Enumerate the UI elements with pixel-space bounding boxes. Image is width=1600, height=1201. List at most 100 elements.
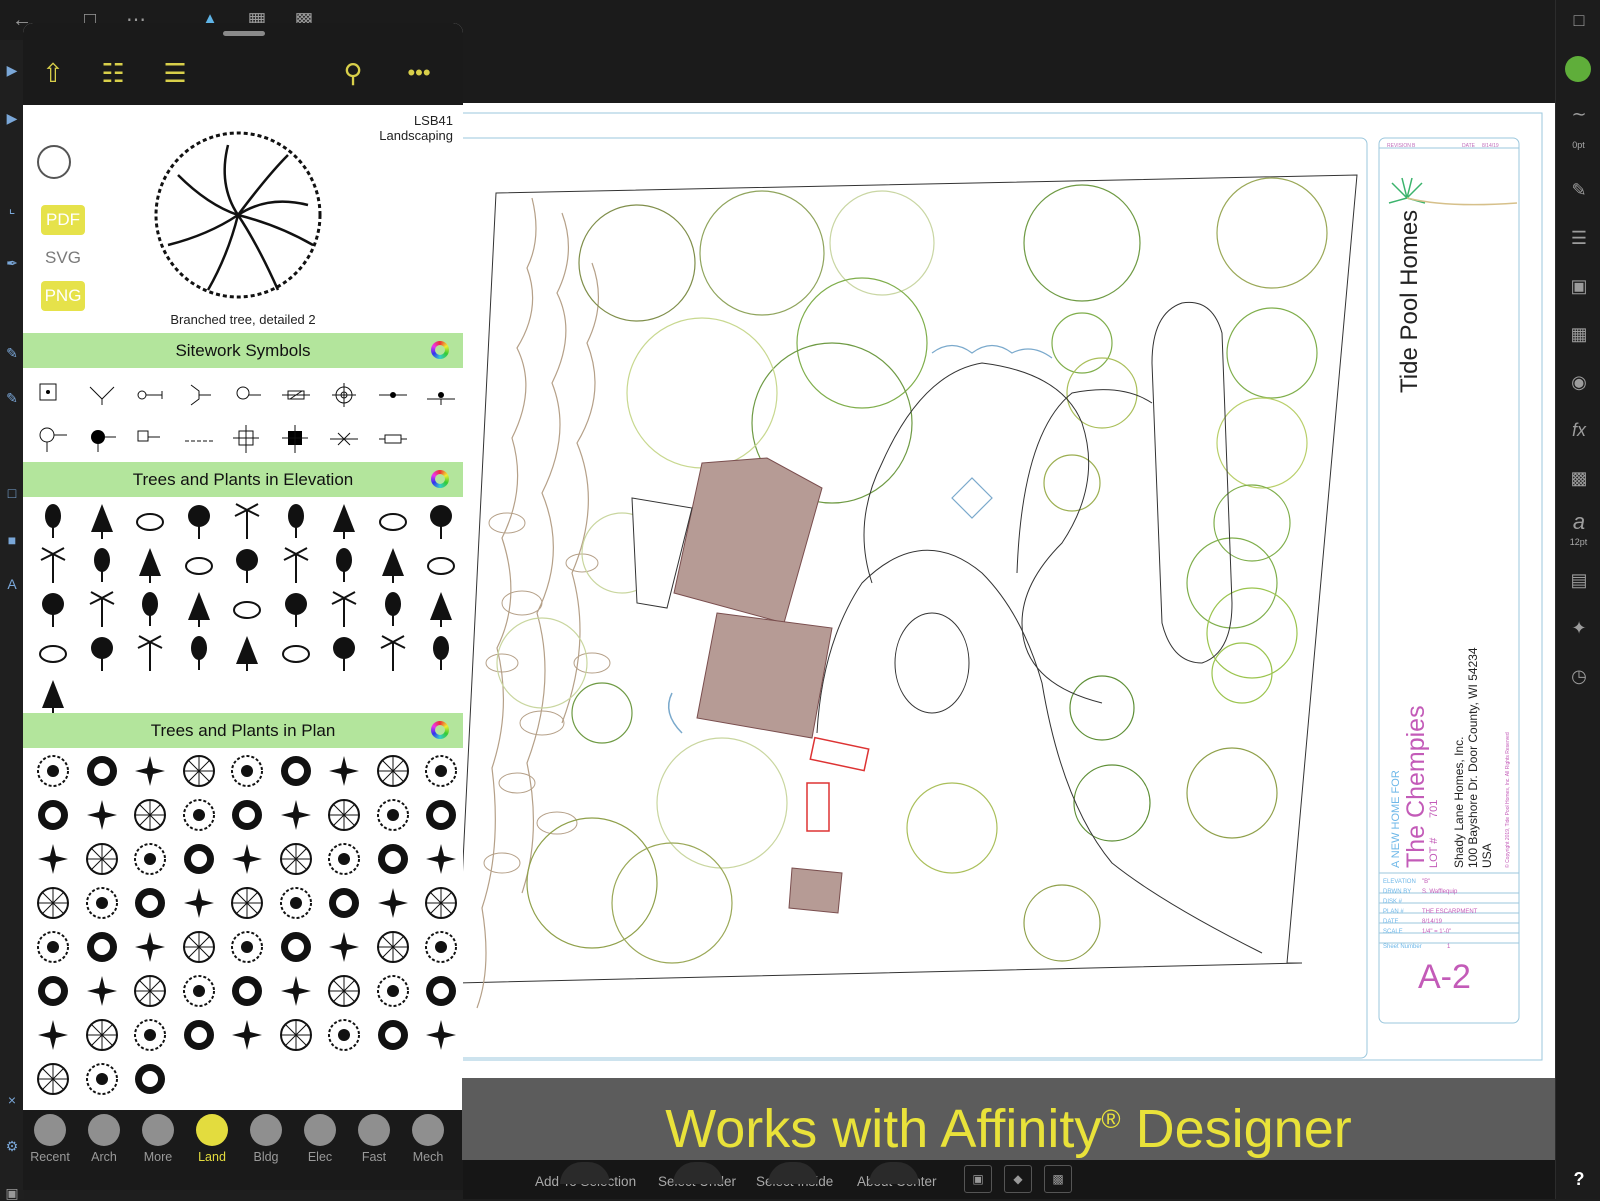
symbol-cell[interactable] (320, 373, 369, 417)
tab-fast[interactable]: Fast (347, 1114, 401, 1164)
node-tool-icon[interactable]: ▶ (4, 110, 20, 126)
symbol-cell[interactable] (320, 1013, 369, 1057)
symbol-cell[interactable] (175, 881, 224, 925)
symbol-cell[interactable] (29, 499, 78, 543)
symbol-cell[interactable] (417, 969, 463, 1013)
symbol-cell[interactable] (272, 1013, 321, 1057)
help-icon[interactable]: ? (1565, 1165, 1593, 1193)
text-tool-icon[interactable]: A (4, 576, 20, 592)
symbol-cell[interactable] (29, 587, 78, 631)
symbol-cell[interactable] (29, 631, 78, 675)
tab-elec[interactable]: Elec (293, 1114, 347, 1164)
symbol-cell[interactable] (223, 749, 272, 793)
symbol-cell[interactable] (223, 417, 272, 461)
symbol-cell[interactable] (369, 499, 418, 543)
settings-icon[interactable]: ⚙ (4, 1138, 20, 1154)
symbol-cell[interactable] (126, 373, 175, 417)
corner-tool-icon[interactable]: ⌞ (4, 200, 20, 216)
symbol-cell[interactable] (369, 417, 418, 461)
view-icon[interactable]: ◆ (1004, 1165, 1032, 1193)
symbol-cell[interactable] (272, 969, 321, 1013)
symbol-cell[interactable] (369, 837, 418, 881)
symbol-cell[interactable] (223, 1013, 272, 1057)
symbol-cell[interactable] (417, 749, 463, 793)
tab-arch[interactable]: Arch (77, 1114, 131, 1164)
symbol-cell[interactable] (78, 749, 127, 793)
symbol-cell[interactable] (175, 631, 224, 675)
symbol-cell[interactable] (320, 543, 369, 587)
symbol-cell[interactable] (29, 543, 78, 587)
symbol-cell[interactable] (29, 837, 78, 881)
symbol-cell[interactable] (223, 587, 272, 631)
symbol-cell[interactable] (223, 881, 272, 925)
share-icon[interactable]: ⇧ (37, 57, 69, 89)
symbol-cell[interactable] (78, 881, 127, 925)
symbol-cell[interactable] (369, 969, 418, 1013)
symbol-cell[interactable] (369, 925, 418, 969)
symbol-cell[interactable] (29, 417, 78, 461)
section-sitework-symbols[interactable]: Sitework Symbols (23, 333, 463, 368)
symbol-cell[interactable] (126, 1013, 175, 1057)
panel-grabber[interactable] (223, 31, 265, 36)
section-trees-plan[interactable]: Trees and Plants in Plan (23, 713, 463, 748)
symbol-cell[interactable] (417, 881, 463, 925)
symbol-cell[interactable] (78, 1013, 127, 1057)
add-to-selection-button[interactable]: Add To Selection (535, 1162, 636, 1189)
symbol-cell[interactable] (223, 793, 272, 837)
symbol-cell[interactable] (417, 499, 463, 543)
symbol-cell[interactable] (78, 417, 127, 461)
symbol-cell[interactable] (175, 587, 224, 631)
navigator-icon[interactable]: ◉ (1565, 368, 1593, 396)
symbol-cell[interactable] (223, 373, 272, 417)
symbol-cell[interactable] (320, 881, 369, 925)
symbol-cell[interactable] (126, 881, 175, 925)
symbol-cell[interactable] (29, 925, 78, 969)
text-style-icon[interactable]: a (1565, 508, 1593, 536)
pen-tool-icon[interactable]: ✒ (4, 255, 20, 271)
brush-icon[interactable]: ✎ (1565, 176, 1593, 204)
symbol-cell[interactable] (126, 543, 175, 587)
search-icon[interactable]: ⚲ (339, 57, 367, 89)
close-icon[interactable]: × (4, 1092, 20, 1108)
fx-icon[interactable]: fx (1565, 416, 1593, 444)
symbol-cell[interactable] (272, 837, 321, 881)
symbol-cell[interactable] (78, 925, 127, 969)
symbol-cell[interactable] (175, 543, 224, 587)
assets-icon[interactable]: ▩ (1565, 464, 1593, 492)
symbol-cell[interactable] (223, 543, 272, 587)
symbol-cell[interactable] (29, 793, 78, 837)
symbol-cell[interactable] (78, 793, 127, 837)
select-under-button[interactable]: Select Under (658, 1162, 736, 1189)
symbol-cell[interactable] (320, 417, 369, 461)
tab-mech[interactable]: Mech (401, 1114, 455, 1164)
symbol-cell[interactable] (175, 499, 224, 543)
symbol-cell[interactable] (369, 587, 418, 631)
symbol-cell[interactable] (320, 793, 369, 837)
symbol-cell[interactable] (320, 925, 369, 969)
section-trees-elevation[interactable]: Trees and Plants in Elevation (23, 462, 463, 497)
list-icon[interactable]: ☰ (157, 57, 193, 89)
symbol-cell[interactable] (320, 587, 369, 631)
symbol-cell[interactable] (175, 969, 224, 1013)
color-swatch[interactable] (1565, 56, 1591, 82)
about-center-button[interactable]: About Center (857, 1162, 937, 1189)
symbol-cell[interactable] (29, 749, 78, 793)
color-wheel-icon[interactable] (431, 341, 449, 359)
symbol-cell[interactable] (29, 969, 78, 1013)
symbol-cell[interactable] (272, 499, 321, 543)
symbol-cell[interactable] (78, 837, 127, 881)
pdf-format-button[interactable]: PDF (41, 205, 85, 235)
symbol-cell[interactable] (272, 543, 321, 587)
symbol-cell[interactable] (175, 1013, 224, 1057)
symbol-cell[interactable] (272, 417, 321, 461)
symbol-cell[interactable] (417, 837, 463, 881)
symbol-cell[interactable] (417, 631, 463, 675)
symbol-cell[interactable] (78, 969, 127, 1013)
symbol-cell[interactable] (126, 587, 175, 631)
fullscreen-icon[interactable]: □ (1565, 6, 1593, 34)
brush-tool-icon[interactable]: ✎ (4, 390, 20, 406)
symbol-cell[interactable] (78, 587, 127, 631)
shape-tool-icon[interactable]: ■ (4, 532, 20, 548)
symbol-cell[interactable] (417, 793, 463, 837)
more-options-icon[interactable]: ••• (401, 57, 437, 89)
